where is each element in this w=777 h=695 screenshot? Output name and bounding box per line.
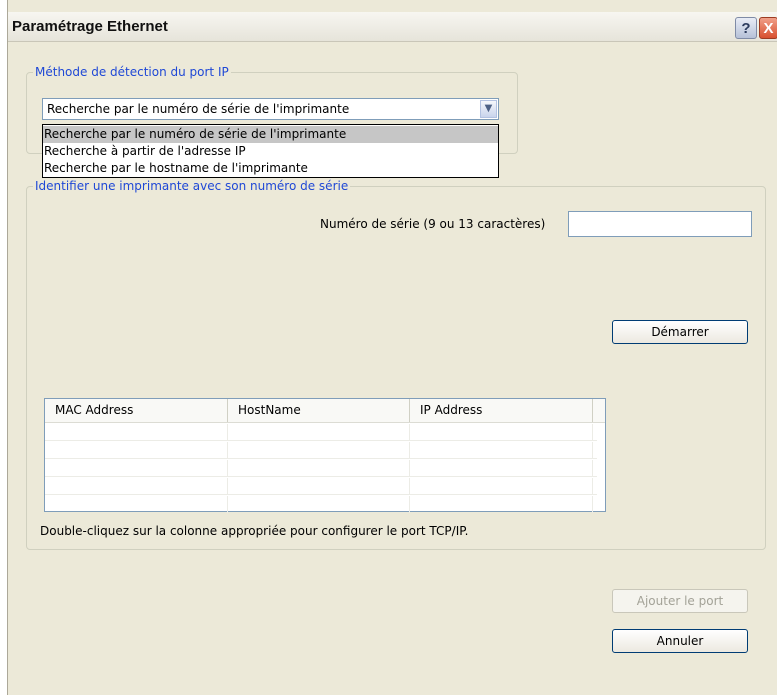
table-header: MAC Address HostName IP Address (45, 399, 605, 423)
detection-method-select[interactable]: Recherche par le numéro de série de l'im… (42, 98, 499, 120)
column-header-hostname[interactable]: HostName (228, 399, 410, 422)
table-cell (45, 478, 228, 495)
detection-method-dropdown: Recherche par le numéro de série de l'im… (42, 124, 499, 178)
help-button[interactable]: ? (735, 17, 757, 39)
table-cell (410, 424, 593, 441)
column-header-mac[interactable]: MAC Address (45, 399, 228, 422)
window-title: Paramétrage Ethernet (12, 18, 168, 35)
printer-results-table[interactable]: MAC Address HostName IP Address (44, 398, 606, 513)
serial-number-input[interactable] (568, 211, 752, 237)
ethernet-settings-dialog: Paramétrage Ethernet ? X Méthode de déte… (7, 0, 777, 695)
table-cell (228, 460, 410, 477)
table-row (45, 478, 597, 495)
detection-method-legend: Méthode de détection du port IP (33, 65, 231, 79)
table-cell (228, 478, 410, 495)
table-hint-text: Double-cliquez sur la colonne appropriée… (40, 524, 469, 538)
chevron-down-icon[interactable]: ▼ (480, 100, 497, 118)
column-header-ip[interactable]: IP Address (410, 399, 593, 422)
table-cell (45, 460, 228, 477)
table-cell (228, 424, 410, 441)
dropdown-option-ip[interactable]: Recherche à partir de l'adresse IP (43, 143, 498, 160)
table-row (45, 442, 597, 459)
serial-number-label: Numéro de série (9 ou 13 caractères) (320, 217, 546, 231)
table-cell (45, 496, 228, 513)
identify-printer-legend: Identifier une imprimante avec son numér… (33, 179, 351, 193)
dropdown-option-serial[interactable]: Recherche par le numéro de série de l'im… (43, 126, 498, 143)
add-port-button[interactable]: Ajouter le port (612, 589, 748, 613)
table-cell (410, 496, 593, 513)
close-button[interactable]: X (759, 17, 777, 39)
table-cell (45, 424, 228, 441)
table-row (45, 424, 597, 441)
table-cell (410, 460, 593, 477)
detection-method-selected: Recherche par le numéro de série de l'im… (47, 102, 350, 116)
dropdown-option-hostname[interactable]: Recherche par le hostname de l'imprimant… (43, 160, 498, 177)
cancel-button[interactable]: Annuler (612, 629, 748, 653)
table-cell (45, 442, 228, 459)
table-row (45, 496, 597, 513)
table-cell (410, 442, 593, 459)
start-button[interactable]: Démarrer (612, 320, 748, 344)
table-cell (228, 442, 410, 459)
table-row (45, 460, 597, 477)
table-cell (410, 478, 593, 495)
table-cell (228, 496, 410, 513)
title-bar: Paramétrage Ethernet ? X (8, 12, 777, 42)
